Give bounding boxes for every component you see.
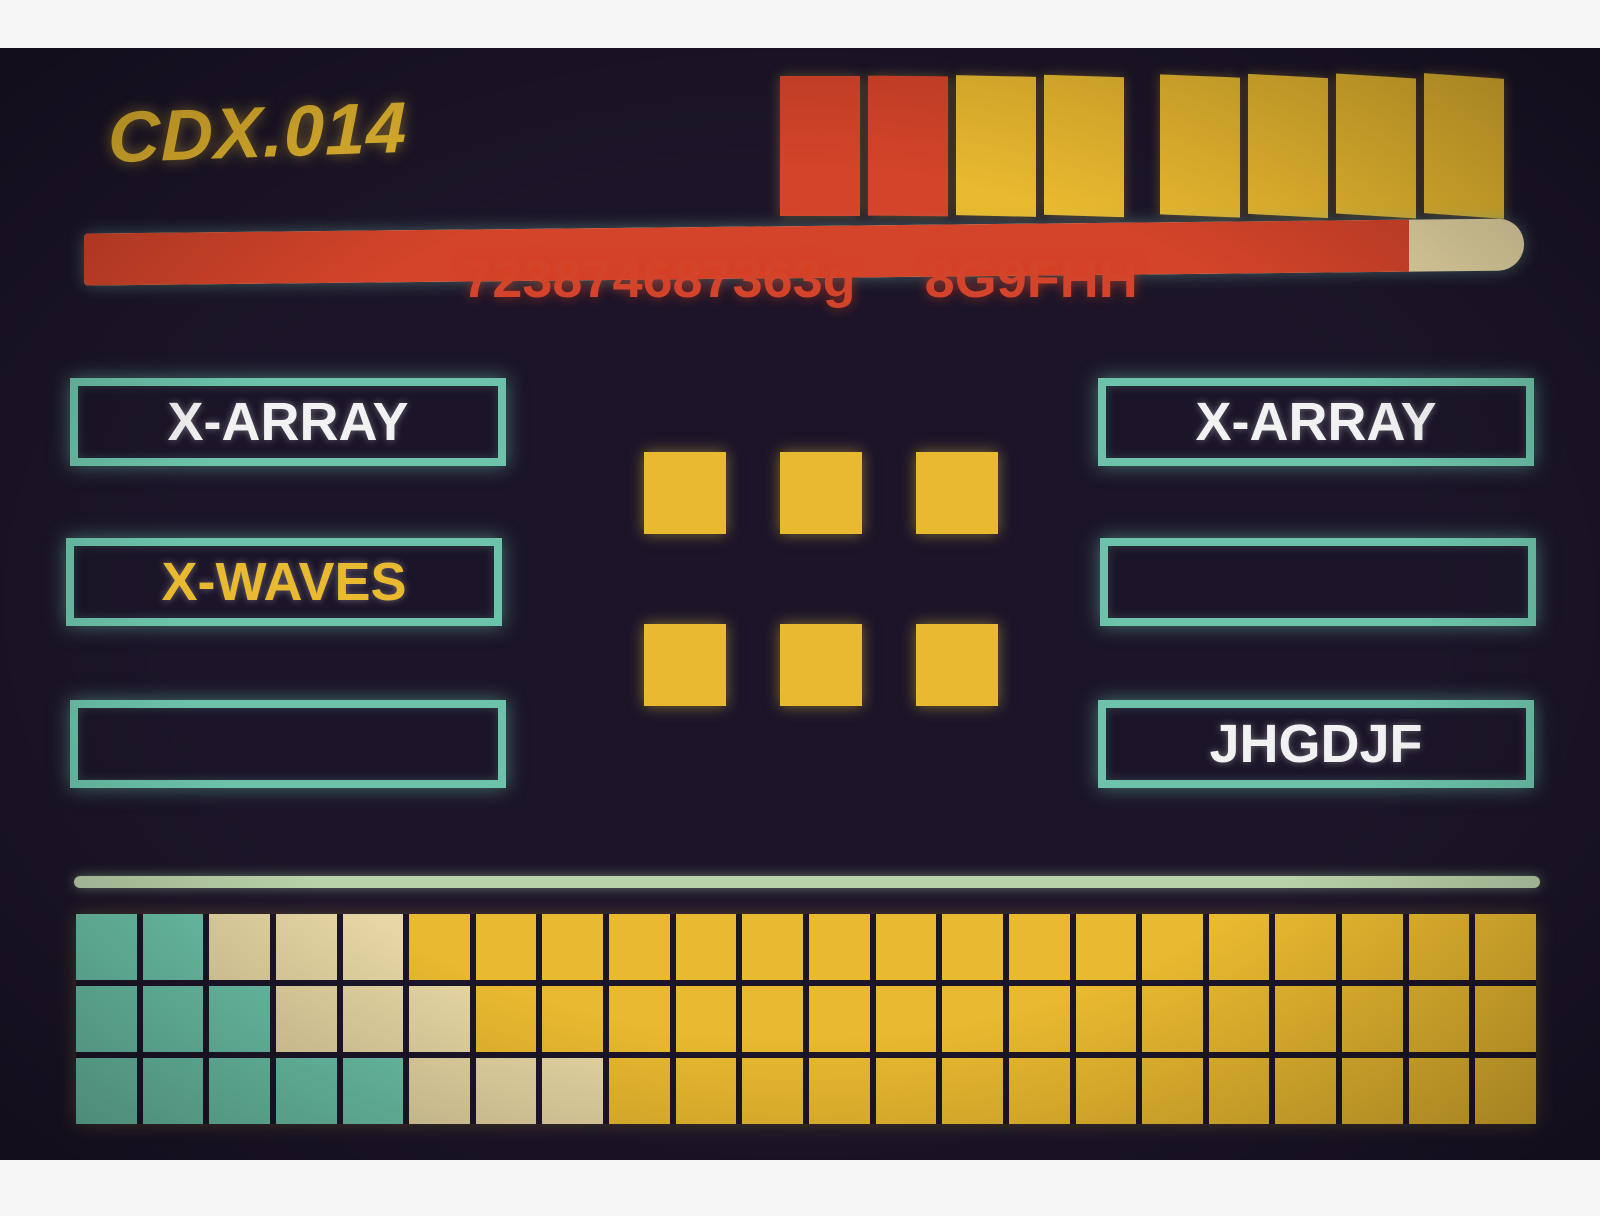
grid-cell bbox=[209, 1058, 270, 1124]
grid-cell bbox=[809, 986, 870, 1052]
grid-cell bbox=[875, 914, 937, 980]
grid-cell bbox=[1142, 914, 1203, 980]
right-panel-1[interactable]: X-ARRAY bbox=[1098, 378, 1534, 466]
grid-cell bbox=[275, 1058, 337, 1124]
grid-cell bbox=[1008, 1058, 1070, 1124]
grid-cell bbox=[1408, 986, 1470, 1052]
indicator-square[interactable] bbox=[916, 624, 998, 706]
grid-cell bbox=[275, 914, 337, 980]
grid-cell bbox=[809, 914, 870, 980]
grid-cell bbox=[809, 1058, 870, 1124]
grid-cell bbox=[1475, 914, 1536, 980]
grid-cell bbox=[1275, 1058, 1337, 1124]
grid-cell bbox=[409, 1058, 470, 1124]
grid-cell bbox=[675, 986, 737, 1052]
grid-cell bbox=[609, 986, 670, 1052]
grid-cell bbox=[675, 1058, 737, 1124]
grid-cell bbox=[1075, 986, 1137, 1052]
grid-cell bbox=[942, 986, 1003, 1052]
grid-cell bbox=[1408, 914, 1470, 980]
meter-segment bbox=[1424, 73, 1504, 219]
left-panel-2[interactable]: X-WAVES bbox=[66, 538, 502, 626]
meter-segment bbox=[780, 76, 860, 216]
left-panel-1-label: X-ARRAY bbox=[167, 392, 409, 452]
grid-cell bbox=[1075, 914, 1137, 980]
left-panel-1[interactable]: X-ARRAY bbox=[70, 378, 506, 466]
code-part-1: 723874687363g bbox=[462, 249, 856, 309]
grid-cell bbox=[542, 986, 604, 1052]
grid-cell bbox=[409, 914, 470, 980]
grid-cell bbox=[76, 1058, 137, 1124]
grid-cell bbox=[1342, 986, 1403, 1052]
grid-cell bbox=[875, 986, 937, 1052]
code-part-2: 8G9FHH bbox=[924, 249, 1138, 309]
grid-cell bbox=[1275, 914, 1337, 980]
left-panel-2-label: X-WAVES bbox=[161, 552, 407, 612]
grid-cell bbox=[942, 1058, 1003, 1124]
grid-cell bbox=[475, 986, 537, 1052]
grid-cell bbox=[142, 914, 204, 980]
indicator-square[interactable] bbox=[644, 452, 726, 534]
divider-rail bbox=[74, 876, 1540, 888]
grid-cell bbox=[1142, 1058, 1203, 1124]
grid-cell bbox=[409, 986, 470, 1052]
meter-segment bbox=[1160, 74, 1240, 218]
grid-cell bbox=[675, 914, 737, 980]
grid-cell bbox=[1075, 1058, 1137, 1124]
grid-cell bbox=[76, 986, 137, 1052]
grid-cell bbox=[1142, 986, 1203, 1052]
grid-cell bbox=[209, 986, 270, 1052]
meter-segment bbox=[956, 75, 1036, 217]
meter-segment bbox=[1044, 74, 1124, 218]
top-level-meter bbox=[780, 73, 1520, 219]
grid-cell bbox=[1408, 1058, 1470, 1124]
meter-segment bbox=[868, 75, 948, 217]
grid-cell bbox=[1275, 986, 1337, 1052]
grid-cell bbox=[875, 1058, 937, 1124]
grid-cell bbox=[542, 1058, 604, 1124]
grid-cell bbox=[1008, 986, 1070, 1052]
grid-cell bbox=[1208, 986, 1270, 1052]
grid-cell bbox=[542, 914, 604, 980]
indicator-square[interactable] bbox=[916, 452, 998, 534]
right-panel-3-label: JHGDJF bbox=[1209, 714, 1423, 774]
meter-segment bbox=[1336, 73, 1416, 219]
grid-cell bbox=[1342, 1058, 1403, 1124]
grid-cell bbox=[609, 1058, 670, 1124]
grid-cell bbox=[1475, 986, 1536, 1052]
grid-cell bbox=[209, 914, 270, 980]
code-readout: 723874687363g 8G9FHH bbox=[0, 248, 1600, 310]
grid-cell bbox=[1208, 1058, 1270, 1124]
indicator-square[interactable] bbox=[780, 624, 862, 706]
grid-cell bbox=[142, 1058, 204, 1124]
left-panel-3[interactable] bbox=[70, 700, 506, 788]
grid-cell bbox=[742, 914, 803, 980]
page-title: CDX.014 bbox=[108, 87, 408, 179]
grid-cell bbox=[142, 986, 204, 1052]
grid-cell bbox=[76, 914, 137, 980]
grid-cell bbox=[342, 914, 404, 980]
crt-screen: CDX.014 723874687363g 8G9FHH X-ARRAY X-W… bbox=[0, 48, 1600, 1160]
right-panel-2[interactable] bbox=[1100, 538, 1536, 626]
grid-cell bbox=[742, 1058, 803, 1124]
grid-cell bbox=[275, 986, 337, 1052]
bottom-level-grid bbox=[76, 914, 1536, 1124]
grid-cell bbox=[609, 914, 670, 980]
right-panel-3[interactable]: JHGDJF bbox=[1098, 700, 1534, 788]
grid-cell bbox=[1208, 914, 1270, 980]
grid-cell bbox=[342, 986, 404, 1052]
grid-cell bbox=[342, 1058, 404, 1124]
grid-cell bbox=[1475, 1058, 1536, 1124]
grid-cell bbox=[942, 914, 1003, 980]
right-panel-1-label: X-ARRAY bbox=[1195, 392, 1437, 452]
grid-cell bbox=[742, 986, 803, 1052]
grid-cell bbox=[1342, 914, 1403, 980]
grid-cell bbox=[1008, 914, 1070, 980]
indicator-square[interactable] bbox=[780, 452, 862, 534]
grid-cell bbox=[475, 1058, 537, 1124]
meter-segment bbox=[1248, 73, 1328, 219]
grid-cell bbox=[475, 914, 537, 980]
indicator-square[interactable] bbox=[644, 624, 726, 706]
